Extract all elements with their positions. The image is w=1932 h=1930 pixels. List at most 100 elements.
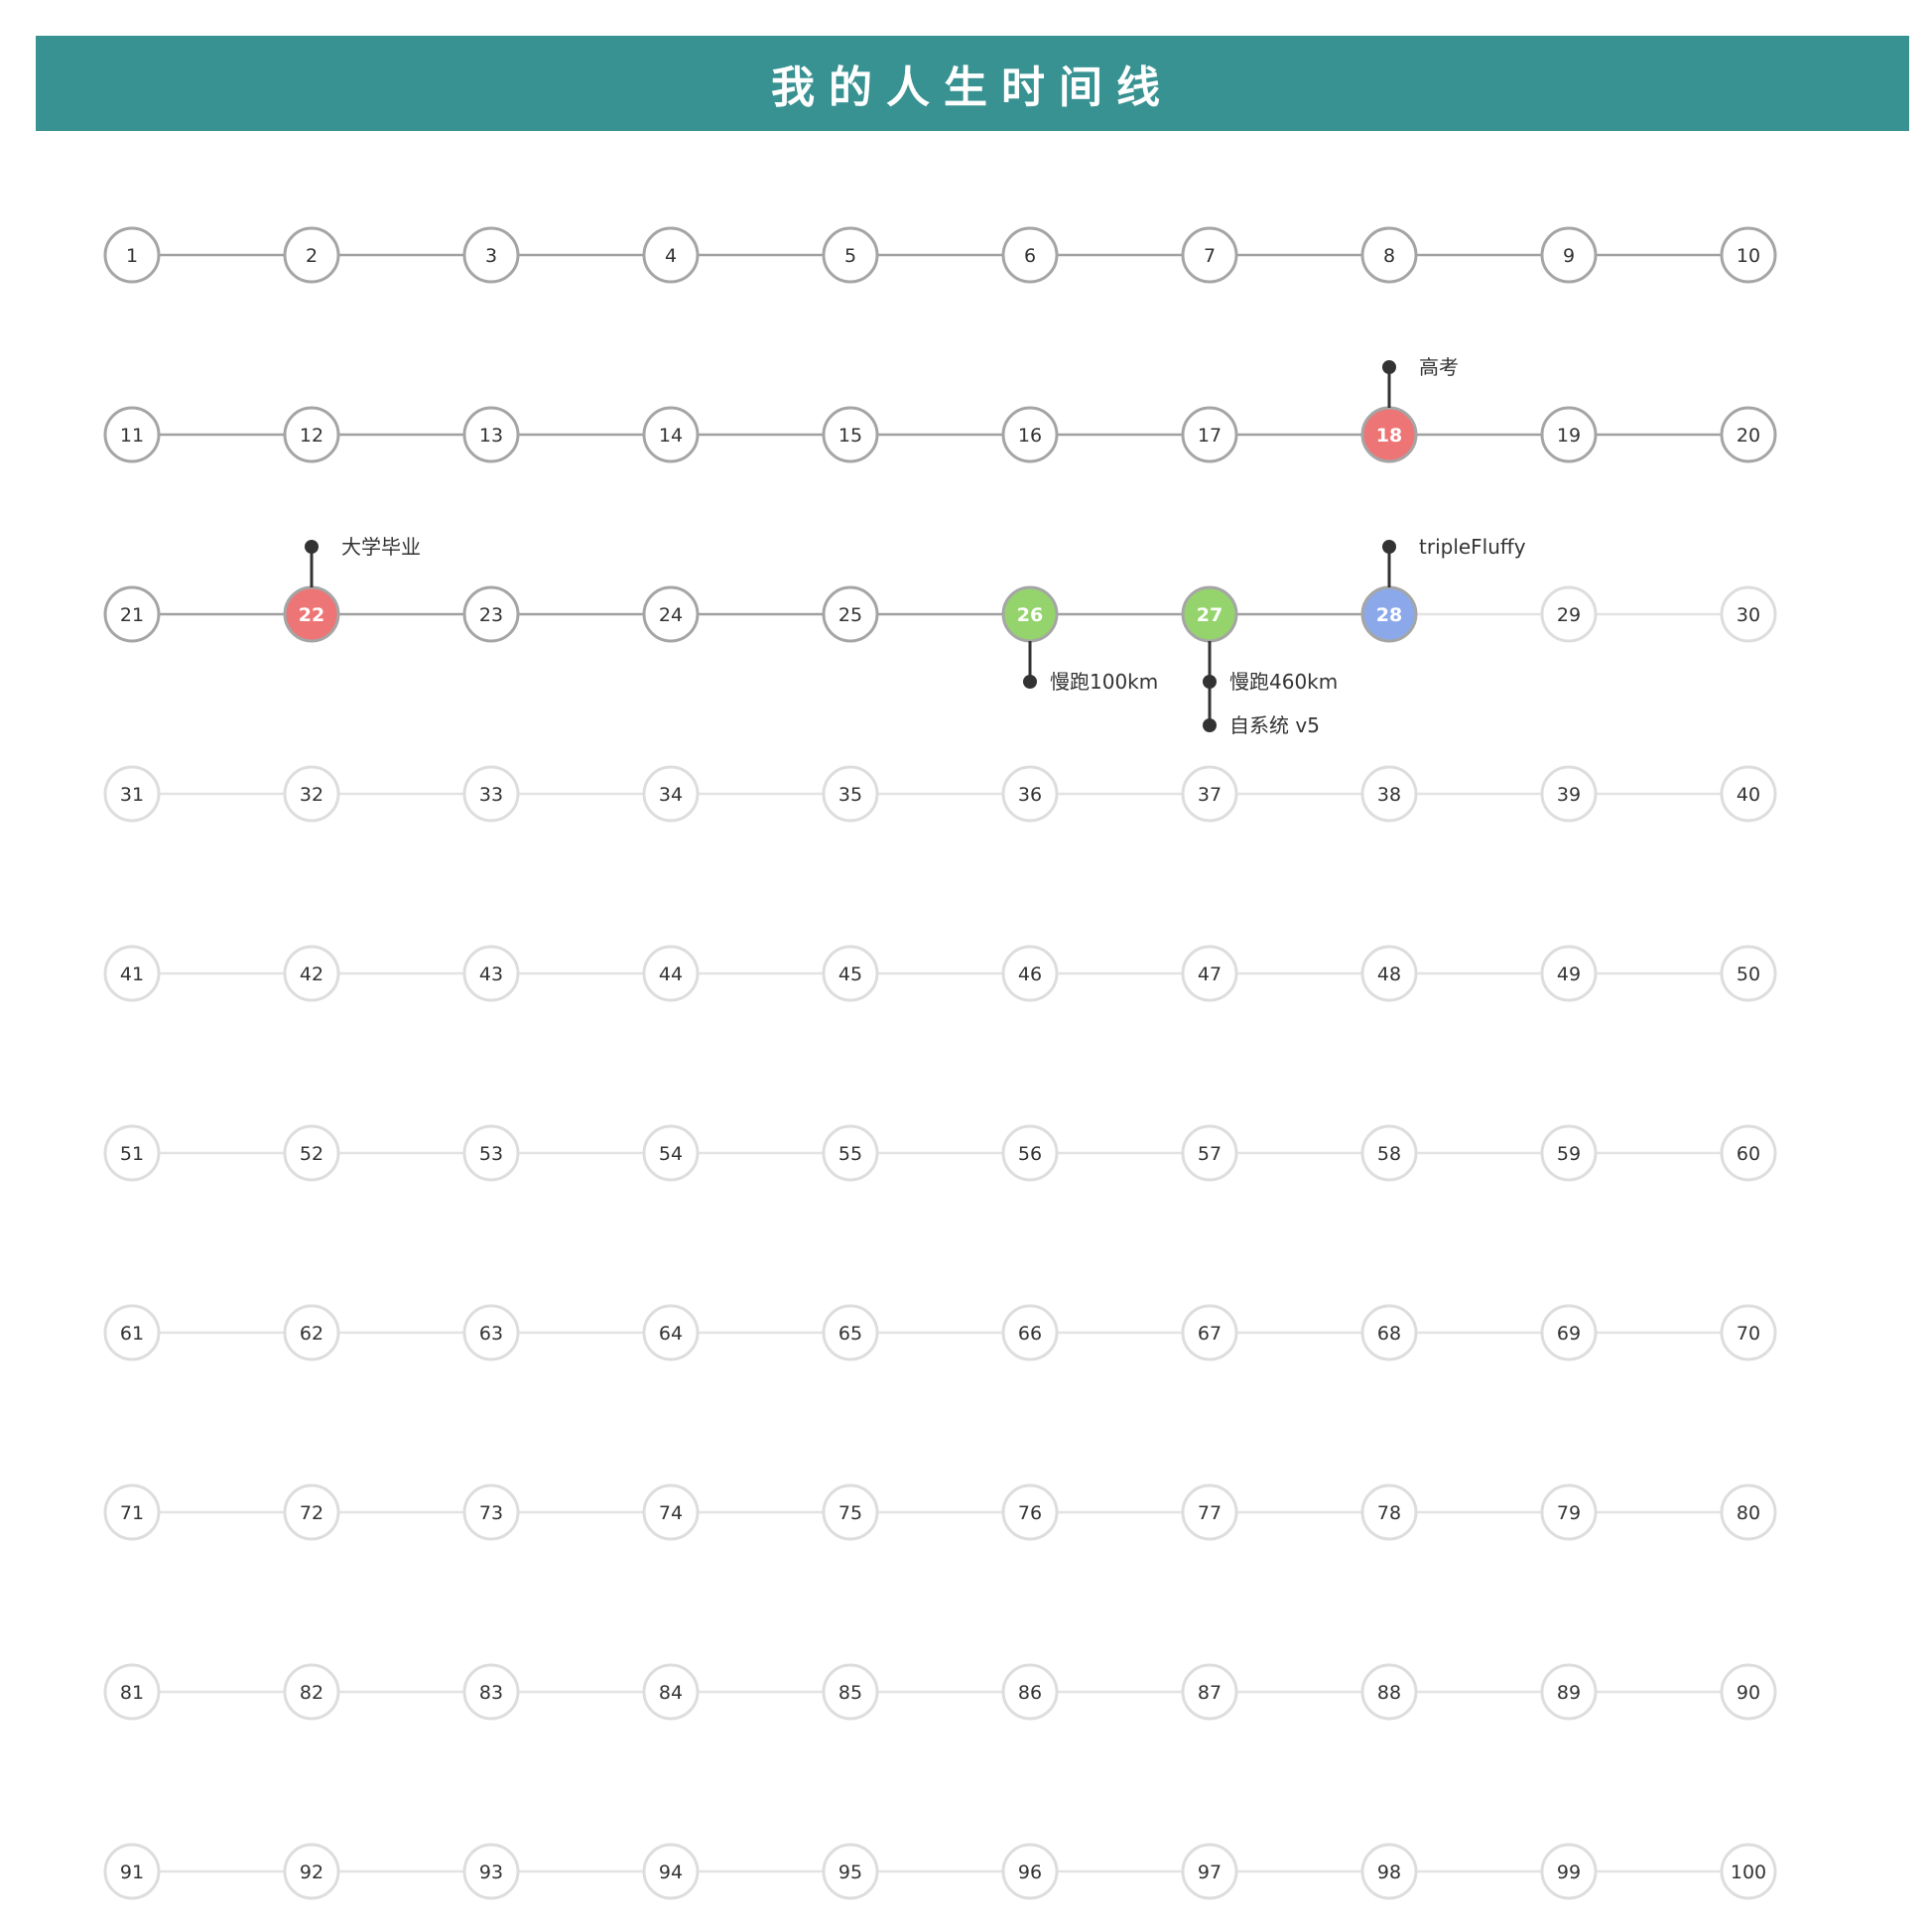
- year-label: 48: [1377, 964, 1401, 985]
- year-label: 67: [1198, 1323, 1222, 1345]
- year-label: 1: [126, 245, 138, 267]
- year-node-83: 83: [462, 1663, 520, 1721]
- year-label: 43: [479, 964, 503, 985]
- year-label: 92: [300, 1862, 323, 1883]
- year-node-40: 40: [1720, 765, 1777, 823]
- year-label: 90: [1737, 1682, 1760, 1704]
- year-label: 4: [665, 245, 677, 267]
- year-node-54: 54: [642, 1124, 700, 1182]
- year-label: 5: [844, 245, 856, 267]
- year-label: 20: [1737, 425, 1760, 447]
- year-node-50: 50: [1720, 945, 1777, 1002]
- year-label: 84: [659, 1682, 683, 1704]
- year-node-51: 51: [103, 1124, 161, 1182]
- year-label: 87: [1198, 1682, 1222, 1704]
- year-label: 64: [659, 1323, 683, 1345]
- year-node-4: 4: [642, 226, 700, 284]
- year-label: 55: [838, 1143, 862, 1165]
- event-label-28: tripleFluffy: [1419, 535, 1526, 559]
- event-marker-28: [1382, 540, 1396, 554]
- year-node-55: 55: [822, 1124, 879, 1182]
- year-label: 36: [1018, 784, 1042, 806]
- year-label: 39: [1557, 784, 1581, 806]
- year-label: 16: [1018, 425, 1042, 447]
- year-node-97: 97: [1181, 1843, 1238, 1900]
- year-node-53: 53: [462, 1124, 520, 1182]
- year-label: 12: [300, 425, 323, 447]
- year-label: 17: [1198, 425, 1222, 447]
- year-node-86: 86: [1001, 1663, 1059, 1721]
- year-label: 35: [838, 784, 862, 806]
- year-node-57: 57: [1181, 1124, 1238, 1182]
- year-node-26: 26: [1001, 585, 1059, 643]
- year-label: 95: [838, 1862, 862, 1883]
- event-label-27: 慢跑460km: [1229, 670, 1338, 694]
- year-node-25: 25: [822, 585, 879, 643]
- year-label: 49: [1557, 964, 1581, 985]
- year-node-81: 81: [103, 1663, 161, 1721]
- year-node-6: 6: [1001, 226, 1059, 284]
- year-node-72: 72: [283, 1483, 340, 1541]
- year-node-84: 84: [642, 1663, 700, 1721]
- year-label: 88: [1377, 1682, 1401, 1704]
- year-label: 21: [120, 604, 144, 626]
- year-label: 99: [1557, 1862, 1581, 1883]
- year-label: 24: [659, 604, 683, 626]
- year-node-45: 45: [822, 945, 879, 1002]
- year-label: 76: [1018, 1502, 1042, 1524]
- year-label: 2: [306, 245, 318, 267]
- year-label: 57: [1198, 1143, 1222, 1165]
- year-node-60: 60: [1720, 1124, 1777, 1182]
- year-label: 25: [838, 604, 862, 626]
- year-node-78: 78: [1360, 1483, 1418, 1541]
- year-node-49: 49: [1540, 945, 1598, 1002]
- year-node-23: 23: [462, 585, 520, 643]
- year-label: 44: [659, 964, 683, 985]
- year-label: 83: [479, 1682, 503, 1704]
- year-label: 68: [1377, 1323, 1401, 1345]
- year-label: 78: [1377, 1502, 1401, 1524]
- year-label: 94: [659, 1862, 683, 1883]
- year-node-32: 32: [283, 765, 340, 823]
- year-label: 47: [1198, 964, 1222, 985]
- year-node-22: 22: [283, 585, 340, 643]
- year-label: 81: [120, 1682, 144, 1704]
- year-node-24: 24: [642, 585, 700, 643]
- year-node-9: 9: [1540, 226, 1598, 284]
- year-label: 40: [1737, 784, 1760, 806]
- year-node-56: 56: [1001, 1124, 1059, 1182]
- year-label: 60: [1737, 1143, 1760, 1165]
- year-label: 51: [120, 1143, 144, 1165]
- year-label: 54: [659, 1143, 683, 1165]
- year-label: 66: [1018, 1323, 1042, 1345]
- year-label: 59: [1557, 1143, 1581, 1165]
- year-label: 26: [1017, 604, 1043, 626]
- year-label: 34: [659, 784, 683, 806]
- year-label: 23: [479, 604, 503, 626]
- year-label: 58: [1377, 1143, 1401, 1165]
- year-node-41: 41: [103, 945, 161, 1002]
- event-label-22: 大学毕业: [341, 535, 421, 559]
- year-node-62: 62: [283, 1304, 340, 1361]
- year-label: 75: [838, 1502, 862, 1524]
- year-node-37: 37: [1181, 765, 1238, 823]
- year-node-82: 82: [283, 1663, 340, 1721]
- year-label: 79: [1557, 1502, 1581, 1524]
- year-node-88: 88: [1360, 1663, 1418, 1721]
- year-node-96: 96: [1001, 1843, 1059, 1900]
- year-label: 62: [300, 1323, 323, 1345]
- year-label: 89: [1557, 1682, 1581, 1704]
- year-label: 71: [120, 1502, 144, 1524]
- year-label: 29: [1557, 604, 1581, 626]
- year-node-15: 15: [822, 406, 879, 463]
- year-label: 50: [1737, 964, 1760, 985]
- year-label: 19: [1557, 425, 1581, 447]
- year-node-20: 20: [1720, 406, 1777, 463]
- year-label: 91: [120, 1862, 144, 1883]
- year-node-64: 64: [642, 1304, 700, 1361]
- year-label: 93: [479, 1862, 503, 1883]
- year-label: 77: [1198, 1502, 1222, 1524]
- year-node-70: 70: [1720, 1304, 1777, 1361]
- year-node-8: 8: [1360, 226, 1418, 284]
- year-label: 8: [1383, 245, 1395, 267]
